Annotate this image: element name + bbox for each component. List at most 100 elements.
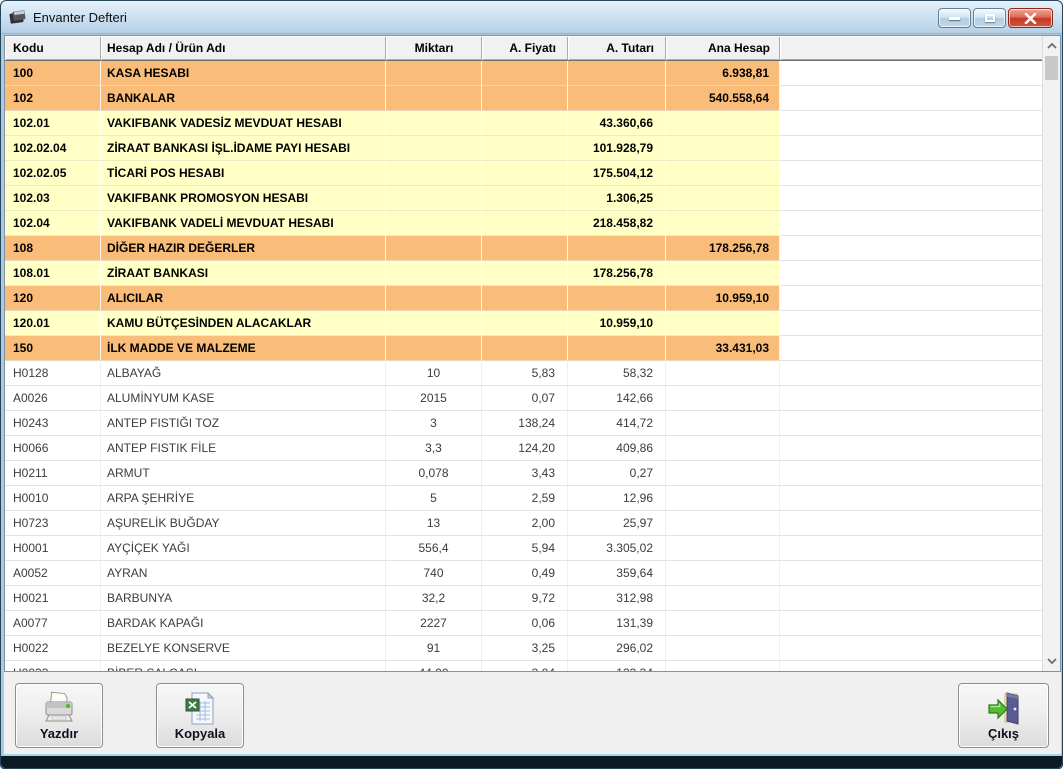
cell-price: 5,83 [482, 361, 568, 386]
table-row[interactable]: A0077BARDAK KAPAĞI22270,06131,39 [5, 611, 1060, 636]
table-row[interactable]: H0021BARBUNYA32,29,72312,98 [5, 586, 1060, 611]
table-row[interactable]: 102BANKALAR540.558,64 [5, 86, 1060, 111]
table-row[interactable]: 108DİĞER HAZIR DEĞERLER178.256,78 [5, 236, 1060, 261]
cell-qty: 5 [386, 486, 482, 511]
cell-name: BANKALAR [101, 86, 386, 111]
scroll-down-button[interactable] [1043, 653, 1061, 669]
table-row[interactable]: H0001AYÇİÇEK YAĞI556,45,943.305,02 [5, 536, 1060, 561]
table-row[interactable]: 108.01ZİRAAT BANKASI178.256,78 [5, 261, 1060, 286]
cell-amount: 0,27 [568, 461, 666, 486]
cell-filler [780, 536, 1060, 561]
table-row[interactable]: 102.02.04ZİRAAT BANKASI İŞL.İDAME PAYI H… [5, 136, 1060, 161]
printer-icon [16, 691, 102, 727]
column-header-name[interactable]: Hesap Adı / Ürün Adı [101, 36, 386, 60]
table-row[interactable]: H0128ALBAYAĞ105,8358,32 [5, 361, 1060, 386]
cell-filler [780, 436, 1060, 461]
cell-main [666, 186, 780, 211]
cell-code: A0052 [5, 561, 101, 586]
cell-name: AŞURELİK BUĞDAY [101, 511, 386, 536]
cell-filler [780, 161, 1060, 186]
minimize-button[interactable] [938, 8, 971, 28]
table-row[interactable]: H0243ANTEP FISTIĞI TOZ3138,24414,72 [5, 411, 1060, 436]
cell-qty: 2227 [386, 611, 482, 636]
cell-code: 108 [5, 236, 101, 261]
cell-main: 540.558,64 [666, 86, 780, 111]
cell-filler [780, 336, 1060, 361]
cell-qty [386, 311, 482, 336]
table-row[interactable]: H0022BEZELYE KONSERVE913,25296,02 [5, 636, 1060, 661]
table-row[interactable]: A0026ALUMİNYUM KASE20150,07142,66 [5, 386, 1060, 411]
cell-main [666, 661, 780, 671]
table-row[interactable]: H0211ARMUT0,0783,430,27 [5, 461, 1060, 486]
close-button[interactable] [1008, 8, 1053, 28]
table-row[interactable]: 120.01KAMU BÜTÇESİNDEN ALACAKLAR10.959,1… [5, 311, 1060, 336]
cell-filler [780, 611, 1060, 636]
cell-qty [386, 161, 482, 186]
window-controls [936, 8, 1053, 28]
cell-amount: 1.306,25 [568, 186, 666, 211]
table-row[interactable]: H0066ANTEP FISTIK FİLE3,3124,20409,86 [5, 436, 1060, 461]
cell-main [666, 536, 780, 561]
table-row[interactable]: H0010ARPA ŞEHRİYE52,5912,96 [5, 486, 1060, 511]
table-row[interactable]: H0723AŞURELİK BUĞDAY132,0025,97 [5, 511, 1060, 536]
scroll-up-button[interactable] [1043, 38, 1061, 54]
maximize-button[interactable] [973, 8, 1006, 28]
table-row[interactable]: 100KASA HESABI6.938,81 [5, 61, 1060, 86]
cell-code: H0021 [5, 586, 101, 611]
cell-name: AYÇİÇEK YAĞI [101, 536, 386, 561]
copy-button[interactable]: Kopyala [156, 683, 244, 748]
cell-qty [386, 86, 482, 111]
cell-code: 102.03 [5, 186, 101, 211]
table-row[interactable]: 102.02.05TİCARİ POS HESABI175.504,12 [5, 161, 1060, 186]
vertical-scrollbar[interactable] [1042, 36, 1060, 671]
cell-price: 124,20 [482, 436, 568, 461]
print-button[interactable]: Yazdır [15, 683, 103, 748]
cell-filler [780, 86, 1060, 111]
cell-qty: 44,00 [386, 661, 482, 671]
cell-name: VAKIFBANK VADESİZ MEVDUAT HESABI [101, 111, 386, 136]
cell-qty [386, 211, 482, 236]
cell-name: ZİRAAT BANKASI İŞL.İDAME PAYI HESABI [101, 136, 386, 161]
cell-name: VAKIFBANK VADELİ MEVDUAT HESABI [101, 211, 386, 236]
cell-amount [568, 61, 666, 86]
cell-code: 108.01 [5, 261, 101, 286]
cell-amount: 296,02 [568, 636, 666, 661]
column-header-main[interactable]: Ana Hesap [666, 36, 780, 60]
column-header-amount[interactable]: A. Tutarı [568, 36, 666, 60]
cell-main [666, 461, 780, 486]
cell-amount: 131,39 [568, 611, 666, 636]
cell-amount: 142,66 [568, 386, 666, 411]
table-row[interactable]: 102.01VAKIFBANK VADESİZ MEVDUAT HESABI43… [5, 111, 1060, 136]
cell-main [666, 211, 780, 236]
cell-name: ARPA ŞEHRİYE [101, 486, 386, 511]
cell-main [666, 511, 780, 536]
table-row[interactable]: 102.03VAKIFBANK PROMOSYON HESABI1.306,25 [5, 186, 1060, 211]
cell-name: KASA HESABI [101, 61, 386, 86]
envanter-defteri-window: Envanter Defteri KoduHesap Adı / Ürün Ad… [0, 0, 1063, 769]
exit-button[interactable]: Çıkış [958, 683, 1049, 748]
cell-amount: 3.305,02 [568, 536, 666, 561]
cell-code: H0723 [5, 511, 101, 536]
cell-main [666, 436, 780, 461]
cell-main: 178.256,78 [666, 236, 780, 261]
cell-main [666, 411, 780, 436]
table-row[interactable]: 150İLK MADDE VE MALZEME33.431,03 [5, 336, 1060, 361]
cell-amount [568, 286, 666, 311]
table-row[interactable]: 102.04VAKIFBANK VADELİ MEVDUAT HESABI218… [5, 211, 1060, 236]
column-header-qty[interactable]: Miktarı [386, 36, 482, 60]
column-header-code[interactable]: Kodu [5, 36, 101, 60]
app-icon [9, 9, 27, 25]
table-row[interactable]: A0052AYRAN7400,49359,64 [5, 561, 1060, 586]
cell-price: 0,07 [482, 386, 568, 411]
table-row[interactable]: 120ALICILAR10.959,10 [5, 286, 1060, 311]
cell-code: 120 [5, 286, 101, 311]
column-header-price[interactable]: A. Fiyatı [482, 36, 568, 60]
scroll-thumb[interactable] [1045, 56, 1058, 80]
cell-amount: 43.360,66 [568, 111, 666, 136]
titlebar[interactable]: Envanter Defteri [1, 1, 1062, 34]
table-header: KoduHesap Adı / Ürün AdıMiktarıA. Fiyatı… [5, 36, 1060, 61]
chevron-down-icon [1047, 658, 1057, 664]
cell-price [482, 211, 568, 236]
table-row[interactable]: H0033BİBER SALÇASI44,003,04133,34 [5, 661, 1060, 671]
cell-filler [780, 486, 1060, 511]
